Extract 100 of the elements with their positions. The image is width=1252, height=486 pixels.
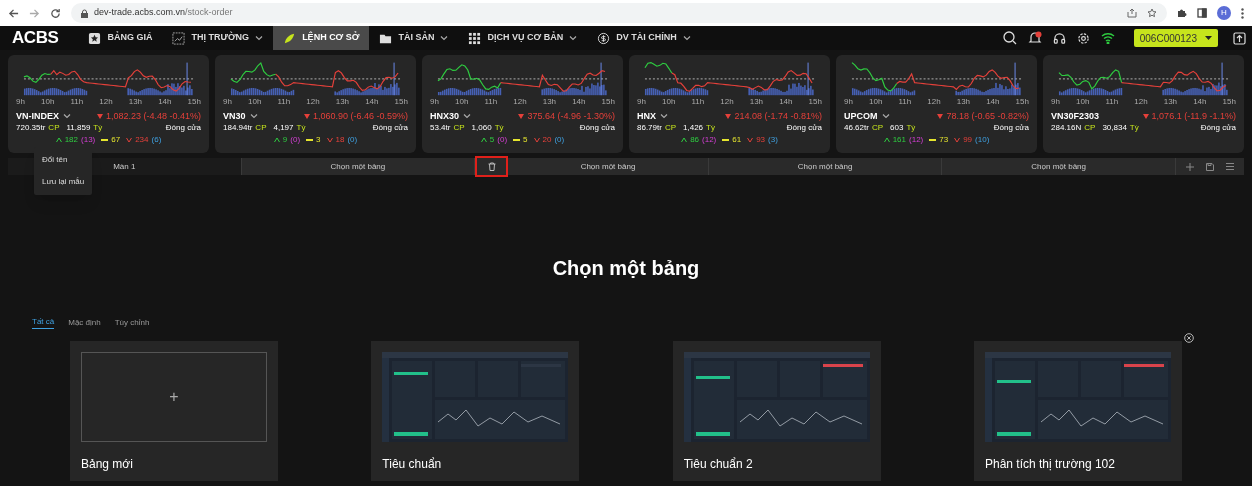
floor-count: (10) <box>975 134 990 145</box>
trade-value: 30,834 <box>1102 122 1127 134</box>
advancers-count: 9 <box>282 134 288 145</box>
filter-tab[interactable]: Mặc định <box>68 316 101 329</box>
ceiling-count: (13) <box>81 134 96 145</box>
template-card[interactable]: + Bảng mới <box>70 341 278 481</box>
market-status: Đóng cửa <box>579 122 615 134</box>
axis-label: 13h <box>128 97 143 107</box>
axis-label: 14h <box>365 97 379 107</box>
market-status: Đóng cửa <box>1200 122 1236 134</box>
nav-item[interactable]: DỊCH VỤ CƠ BẢN <box>458 26 588 50</box>
down-triangle-icon <box>1142 113 1149 119</box>
index-name: VN30 <box>223 110 246 122</box>
screen-tab[interactable]: Chọn một bảng <box>942 158 1175 175</box>
market-status: Đóng cửa <box>786 122 822 134</box>
template-card[interactable]: Tiêu chuẩn <box>371 341 580 481</box>
trade-value: 4,197 <box>273 122 294 134</box>
axis-label: 9h <box>637 97 646 107</box>
index-name: UPCOM <box>844 110 878 122</box>
axis-label: 10h <box>662 97 676 107</box>
advancers-count: 182 <box>64 134 79 145</box>
logo[interactable]: ACBS <box>12 26 59 50</box>
new-board-button[interactable]: + <box>81 352 267 442</box>
ceiling-count: (0) <box>290 134 301 145</box>
axis-label: 9h <box>430 97 439 107</box>
add-icon[interactable] <box>1185 162 1194 171</box>
trade-value: 603 <box>890 122 904 134</box>
trade-value: 1,060 <box>471 122 492 134</box>
headset-icon[interactable] <box>1052 31 1066 45</box>
nav-item[interactable]: BẢNG GIÁ <box>78 26 163 50</box>
value-unit: Tỷ <box>1129 122 1139 134</box>
screen-tab[interactable]: Chọn một bảng <box>708 158 942 175</box>
nav-item[interactable]: LỆNH CƠ SỞ <box>273 26 370 50</box>
index-change: 375.64 (-4.96 -1.30%) <box>527 110 615 122</box>
value-unit: Tỷ <box>93 122 103 134</box>
axis-label: 10h <box>869 97 883 107</box>
template-card[interactable]: Phân tích thị trường 102 <box>974 341 1182 481</box>
down-triangle-icon <box>518 113 525 119</box>
axis-label: 11h <box>898 97 912 107</box>
decliners-count: 18 <box>335 134 345 145</box>
leaf-icon <box>283 31 297 45</box>
index-change: 78.18 (-0.65 -0.82%) <box>946 110 1029 122</box>
url-text: dev-trade.acbs.com.vn/stock-order <box>94 6 233 20</box>
profile-avatar[interactable]: H <box>1217 6 1231 20</box>
index-name: VN-INDEX <box>16 110 59 122</box>
template-title: Tiêu chuẩn <box>382 457 442 471</box>
axis-label: 13h <box>1163 97 1178 107</box>
axis-label: 10h <box>248 97 262 107</box>
filter-tab[interactable]: Tùy chỉnh <box>114 316 150 329</box>
advancers-count: 5 <box>489 134 495 145</box>
volume-value: 184.94tr <box>223 122 253 134</box>
volume-unit: CP <box>1084 122 1096 134</box>
market-status: Đóng cửa <box>993 122 1029 134</box>
address-bar[interactable]: dev-trade.acbs.com.vn/stock-order <box>71 3 1167 23</box>
coin-icon <box>597 31 611 45</box>
template-card[interactable]: Tiêu chuẩn 2 <box>672 341 881 481</box>
more-icon[interactable] <box>1241 7 1244 19</box>
upload-icon[interactable] <box>1233 31 1246 45</box>
search-icon[interactable] <box>1002 31 1017 45</box>
screen-tab[interactable]: Chọn một bảng <box>508 158 708 175</box>
unchanged-count: 3 <box>316 134 321 145</box>
close-icon[interactable] <box>1184 333 1194 343</box>
axis-label: 9h <box>16 97 25 107</box>
puzzle-icon[interactable] <box>1177 8 1187 18</box>
index-change: 1,082.23 (-4.48 -0.41%) <box>105 110 201 122</box>
ceiling-count: (0) <box>497 134 508 145</box>
index-name: HNX30 <box>430 110 459 122</box>
decliners-count: 20 <box>542 134 552 145</box>
nav-item[interactable]: THỊ TRƯỜNG <box>162 26 274 50</box>
menu-icon[interactable] <box>1225 163 1234 170</box>
axis-label: 9h <box>844 97 853 107</box>
value-unit: Tỷ <box>494 122 504 134</box>
bell-icon[interactable] <box>1027 31 1042 45</box>
back-icon[interactable] <box>8 7 19 19</box>
star-icon[interactable] <box>1147 8 1157 18</box>
reload-icon[interactable] <box>50 7 61 19</box>
save-icon[interactable] <box>1205 162 1214 171</box>
axis-label: 10h <box>1076 97 1090 107</box>
sidebar-icon[interactable] <box>1197 8 1207 18</box>
trash-icon[interactable] <box>487 162 496 171</box>
index-change: 1,060.90 (-6.46 -0.59%) <box>312 110 408 122</box>
axis-label: 14h <box>1193 97 1207 107</box>
down-triangle-icon <box>303 113 310 119</box>
market-status: Đóng cửa <box>372 122 408 134</box>
volume-unit: CP <box>48 122 60 134</box>
market-status: Đóng cửa <box>165 122 201 134</box>
axis-label: 12h <box>720 97 734 107</box>
account-dropdown[interactable]: 006C000123 <box>1133 29 1218 47</box>
screen-tab[interactable]: Chọn một bảng <box>241 158 475 175</box>
down-triangle-icon <box>96 113 103 119</box>
filter-tab[interactable]: Tất cả <box>32 316 55 329</box>
settings-icon[interactable] <box>1076 31 1090 45</box>
nav-item[interactable]: DV TÀI CHÍNH <box>587 26 701 50</box>
volume-value: 720.35tr <box>16 122 46 134</box>
unchanged-count: 73 <box>939 134 949 145</box>
template-title: Phân tích thị trường 102 <box>985 457 1115 471</box>
share-icon[interactable] <box>1127 8 1137 18</box>
nav-item[interactable]: TÀI SẢN <box>369 26 459 50</box>
axis-label: 12h <box>513 97 527 107</box>
index-name: HNX <box>637 110 656 122</box>
